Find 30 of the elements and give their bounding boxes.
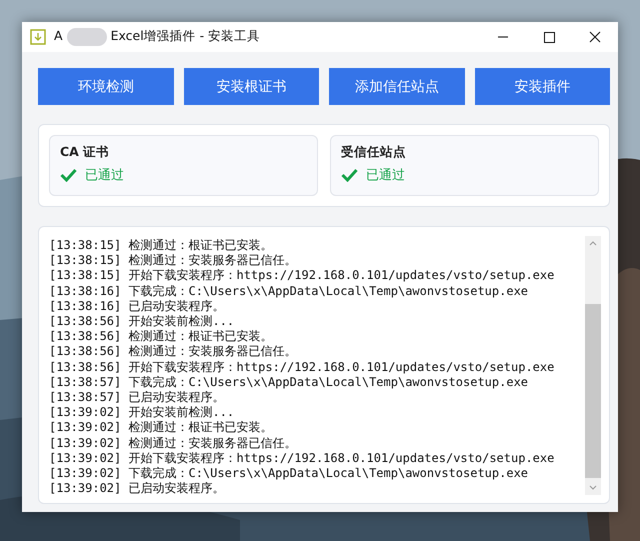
window-title: A	[54, 28, 63, 45]
log-line: [13:39:02] 已启动安装程序。	[49, 481, 224, 496]
action-button[interactable]: 环境检测	[38, 68, 174, 105]
blurred-patch	[66, 28, 107, 46]
window-title: Excel增强插件 - 安装工具	[110, 28, 260, 45]
log-line: [13:38:56] 开始下载安装程序：https://192.168.0.101/updates/vsto/setup.exe	[49, 360, 554, 375]
scrollbar[interactable]	[585, 236, 601, 495]
action-button[interactable]: 安装根证书	[184, 68, 319, 105]
card-title: 受信任站点	[341, 144, 406, 161]
log-line: [13:39:02] 开始安装前检测...	[49, 405, 234, 420]
log-line: [13:38:56] 检测通过：安装服务器已信任。	[49, 344, 296, 360]
action-button[interactable]: 安装插件	[474, 68, 610, 105]
log-line: [13:38:56] 检测通过：根证书已安装。	[49, 329, 272, 344]
log-line: [13:38:16] 已启动安装程序。	[49, 298, 224, 314]
log-line: [13:38:57] 下载完成：C:\Users\x\AppData\Local\Temp\awonvstosetup.exe	[49, 374, 528, 390]
log-line: [13:38:15] 检测通过：根证书已安装。	[49, 238, 272, 254]
download-icon	[30, 29, 46, 45]
log-line: [13:39:02] 开始下载安装程序：https://192.168.0.101/updates/vsto/setup.exe	[49, 450, 554, 466]
log-line: [13:39:02] 检测通过：根证书已安装。	[49, 420, 272, 436]
log-line: [13:39:02] 检测通过：安装服务器已信任。	[49, 436, 296, 451]
log-line: [13:38:56] 开始安装前检测...	[49, 314, 234, 330]
log-line: [13:38:16] 下载完成：C:\Users\x\AppData\Local\Temp\awonvstosetup.exe	[49, 284, 528, 299]
log-line: [13:38:57] 已启动安装程序。	[49, 390, 224, 406]
card-title: CA 证书	[60, 144, 110, 161]
status-text: 已通过	[366, 167, 405, 184]
log-line: [13:39:02] 下载完成：C:\Users\x\AppData\Local\Temp\awonvstosetup.exe	[49, 466, 528, 482]
status-text: 已通过	[85, 167, 124, 184]
log-line: [13:38:15] 开始下载安装程序：https://192.168.0.101/updates/vsto/setup.exe	[49, 268, 554, 284]
action-button[interactable]: 添加信任站点	[329, 68, 464, 105]
log-line: [13:38:15] 检测通过：安装服务器已信任。	[49, 253, 296, 268]
